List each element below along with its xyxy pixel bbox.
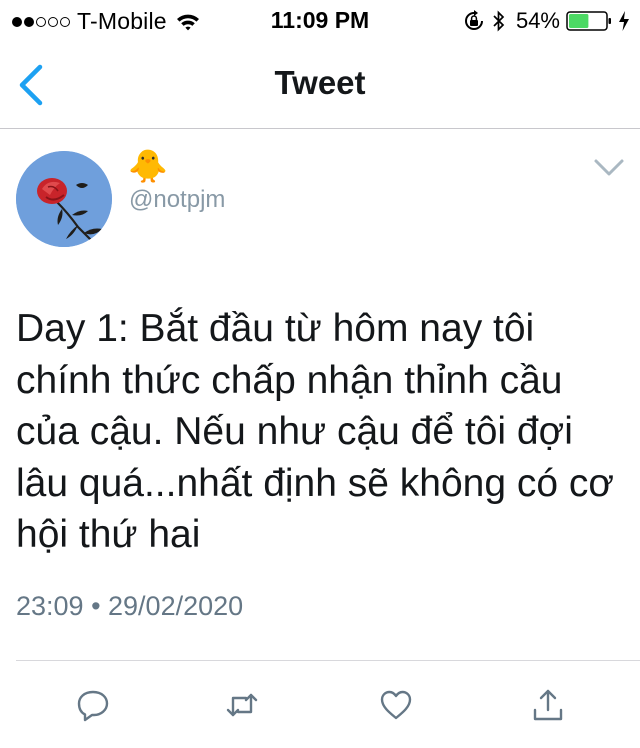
reply-icon bbox=[77, 690, 109, 722]
red-rose-avatar bbox=[16, 151, 112, 247]
tweet-text: Day 1: Bắt đầu từ hôm nay tôi chính thức… bbox=[16, 307, 614, 556]
chevron-down-icon[interactable] bbox=[593, 157, 625, 179]
page-title: Tweet bbox=[274, 64, 366, 101]
battery-icon bbox=[566, 11, 611, 31]
like-button[interactable] bbox=[378, 687, 414, 723]
bluetooth-icon bbox=[493, 10, 505, 32]
display-name[interactable]: 🐥 bbox=[128, 148, 168, 184]
charging-bolt-icon bbox=[619, 11, 629, 31]
retweet-button[interactable] bbox=[224, 687, 260, 723]
avatar[interactable] bbox=[16, 151, 112, 247]
divider bbox=[16, 660, 640, 661]
share-button[interactable] bbox=[530, 687, 566, 723]
battery-fill bbox=[569, 14, 589, 28]
battery-percent: 54% bbox=[515, 8, 560, 33]
like-icon bbox=[380, 690, 412, 720]
status-right: 54% bbox=[462, 8, 630, 34]
status-bar: T-Mobile 11:09 PM 54% bbox=[0, 0, 640, 40]
rotation-lock-icon bbox=[464, 10, 483, 30]
user-handle[interactable]: @notpjm bbox=[129, 186, 225, 214]
reply-button[interactable] bbox=[75, 687, 111, 723]
share-icon bbox=[533, 689, 563, 721]
nav-bar: Tweet bbox=[0, 40, 640, 129]
retweet-icon bbox=[226, 693, 258, 717]
tweet-timestamp: 23:09 • 29/02/2020 bbox=[16, 591, 244, 621]
